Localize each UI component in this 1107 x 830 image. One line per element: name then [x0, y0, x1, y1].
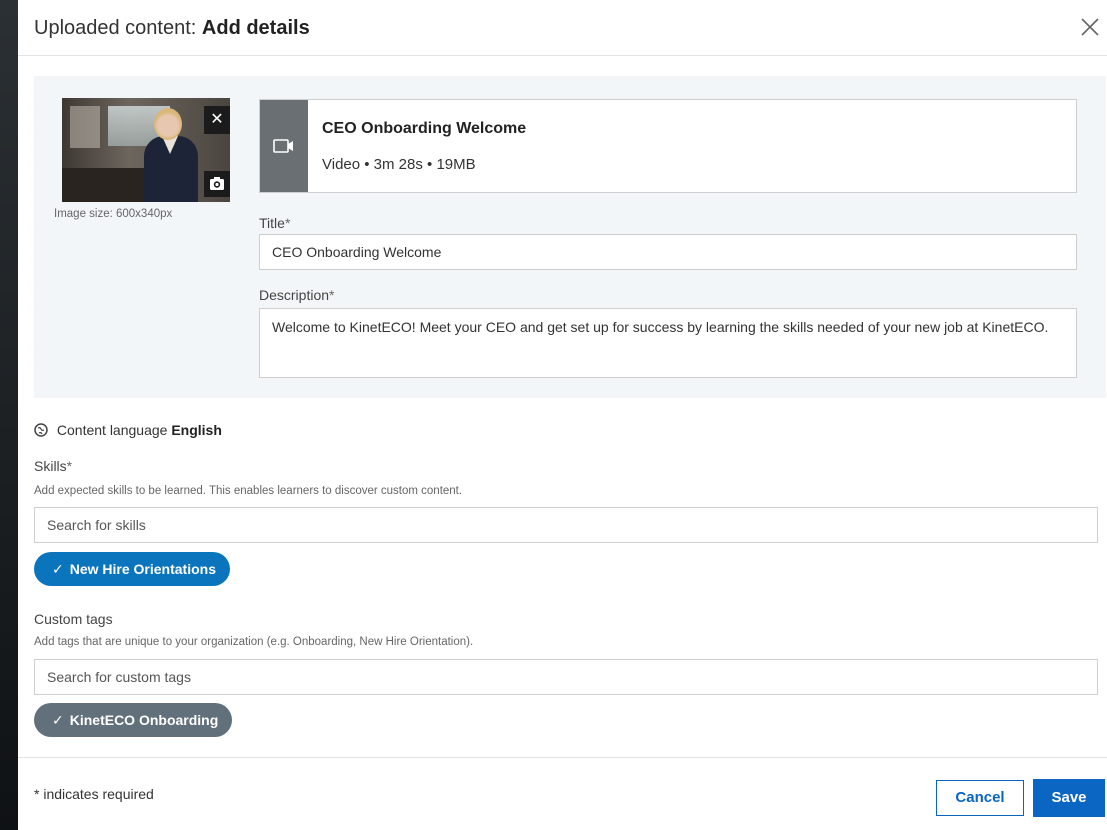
required-note: * indicates required [34, 786, 154, 802]
media-file-name: CEO Onboarding Welcome [322, 120, 527, 137]
modal-title-prefix: Uploaded content: [34, 17, 197, 39]
add-details-modal: Uploaded content: Add details ✕ Image si… [18, 0, 1107, 830]
description-field[interactable]: Welcome to KinetECO! Meet your CEO and g… [259, 308, 1077, 378]
globe-icon [34, 423, 48, 437]
skills-search-input[interactable]: Search for skills [34, 507, 1098, 543]
skills-label: Skills* [34, 458, 73, 474]
skill-pill-new-hire-orientations[interactable]: ✓ New Hire Orientations [34, 552, 230, 586]
content-language[interactable]: Content language English [34, 422, 222, 438]
custom-tags-search-input[interactable]: Search for custom tags [34, 659, 1098, 695]
tag-pill-kineteco-onboarding[interactable]: ✓ KinetECO Onboarding [34, 703, 233, 737]
content-language-label: Content language [56, 422, 168, 438]
media-file-meta: Video • 3m 28s • 19MB [322, 156, 476, 173]
remove-thumbnail-button[interactable]: ✕ [204, 106, 230, 134]
cancel-button[interactable]: Cancel [936, 780, 1024, 816]
title-field[interactable]: CEO Onboarding Welcome [259, 234, 1077, 270]
camera-icon [210, 177, 224, 190]
media-file-card: CEO Onboarding Welcome Video • 3m 28s • … [259, 99, 1077, 193]
skills-help-text: Add expected skills to be learned. This … [34, 485, 463, 497]
content-language-value: English [171, 422, 222, 438]
close-icon [1081, 18, 1099, 36]
page-backdrop [0, 0, 18, 830]
title-label: Title* [259, 215, 291, 231]
modal-title: Uploaded content: Add details [34, 17, 310, 40]
custom-tags-help-text: Add tags that are unique to your organiz… [34, 636, 474, 648]
image-size-hint: Image size: 600x340px [54, 208, 173, 220]
modal-footer: * indicates required Cancel Save [18, 757, 1107, 830]
custom-tags-label: Custom tags [34, 611, 113, 627]
modal-title-main: Add details [201, 17, 310, 39]
checkmark-icon: ✓ [52, 561, 64, 577]
save-button[interactable]: Save [1033, 779, 1105, 817]
checkmark-icon: ✓ [52, 712, 64, 728]
video-camera-icon [273, 139, 293, 153]
description-label: Description* [259, 287, 335, 303]
change-thumbnail-button[interactable] [204, 171, 230, 197]
modal-header: Uploaded content: Add details [18, 0, 1107, 56]
close-button[interactable] [1073, 10, 1107, 44]
